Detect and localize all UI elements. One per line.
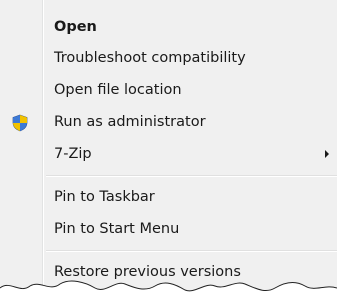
menu-item-open-file-location[interactable]: Open file location [0,75,337,107]
menu-item-7zip[interactable]: 7-Zip [0,139,337,171]
menu-item-label: Open file location [54,82,182,98]
menu-item-pin-to-taskbar[interactable]: Pin to Taskbar [0,182,337,214]
menu-item-label: Troubleshoot compatibility [54,50,246,66]
menu-item-open[interactable]: Open [0,12,337,44]
submenu-arrow-icon [325,150,329,158]
menu-item-label: Open [54,19,97,35]
context-menu: Open Troubleshoot compatibility Open fil… [0,0,337,296]
menu-separator [46,175,337,177]
uac-shield-icon [12,114,28,132]
menu-item-label: Pin to Taskbar [54,189,155,205]
menu-item-label: Pin to Start Menu [54,221,180,237]
menu-separator [46,250,337,252]
menu-item-label: 7-Zip [54,146,92,162]
torn-edge-decoration [0,280,337,296]
menu-item-label: Run as administrator [54,114,206,130]
menu-item-run-as-administrator[interactable]: Run as administrator [0,107,337,139]
menu-item-troubleshoot-compatibility[interactable]: Troubleshoot compatibility [0,43,337,75]
menu-item-pin-to-start-menu[interactable]: Pin to Start Menu [0,214,337,246]
